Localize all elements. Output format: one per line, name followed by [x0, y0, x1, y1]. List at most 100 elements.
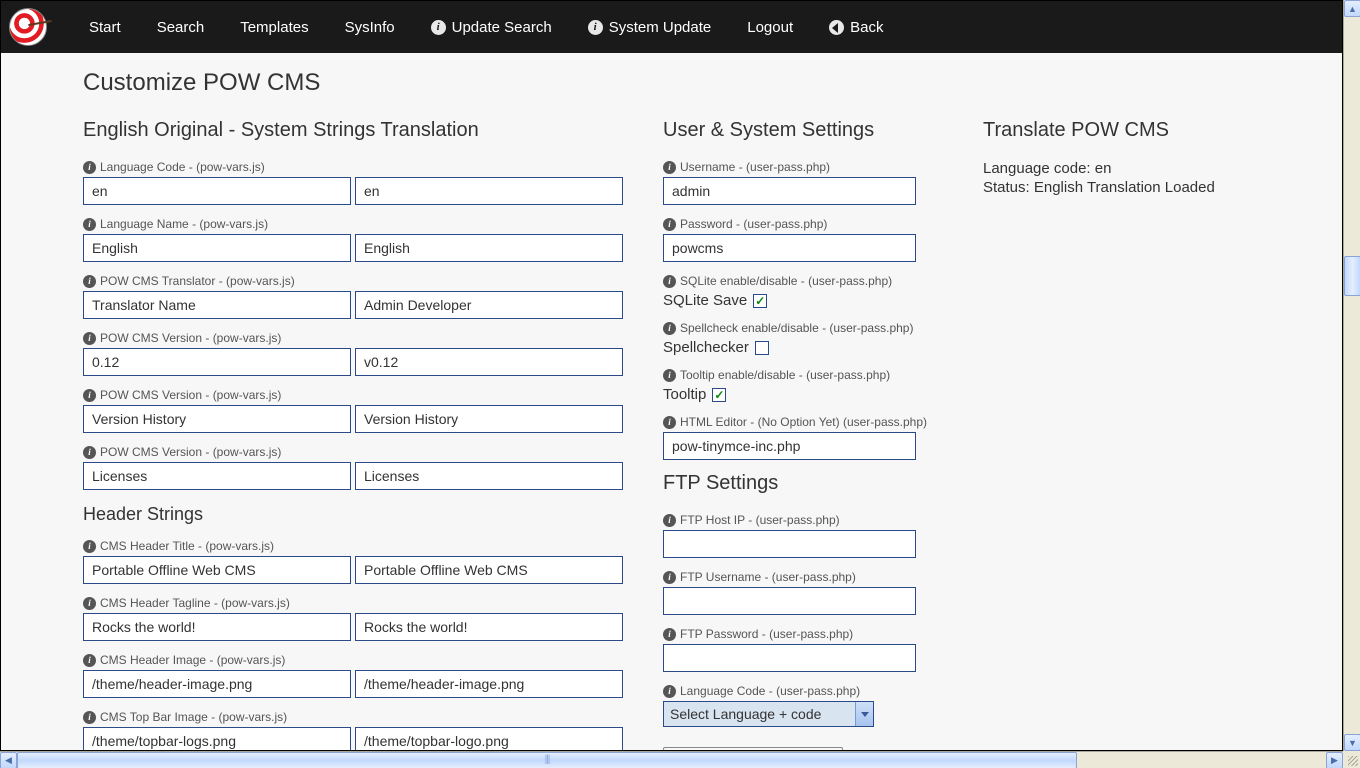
sqlite-checkbox[interactable]: [753, 294, 767, 308]
nav-sysinfo[interactable]: SysInfo: [327, 9, 413, 46]
nav-search[interactable]: Search: [139, 9, 223, 46]
licenses-original[interactable]: [83, 462, 351, 490]
header-image-original[interactable]: [83, 670, 351, 698]
spellchecker-checkbox[interactable]: [755, 341, 769, 355]
info-icon: i: [588, 20, 603, 35]
version-history-original[interactable]: [83, 405, 351, 433]
nav-start[interactable]: Start: [71, 9, 139, 46]
page-title: Customize POW CMS: [83, 69, 1342, 97]
chevron-down-icon: [855, 702, 873, 726]
licenses-trans[interactable]: [355, 462, 623, 490]
field-label: FTP Host IP - (user-pass.php): [680, 513, 840, 527]
info-icon: i: [663, 416, 676, 429]
info-icon: i: [83, 161, 96, 174]
info-icon: i: [83, 389, 96, 402]
nav-templates[interactable]: Templates: [222, 9, 326, 46]
header-title-trans[interactable]: [355, 556, 623, 584]
password-input[interactable]: [663, 234, 916, 262]
language-select-value: Select Language + code: [664, 702, 855, 726]
translation-heading: English Original - System Strings Transl…: [83, 119, 623, 142]
scroll-up-button[interactable]: ▲: [1344, 0, 1360, 17]
field-label: Username - (user-pass.php): [680, 160, 830, 174]
field-label: FTP Username - (user-pass.php): [680, 570, 856, 584]
header-image-trans[interactable]: [355, 670, 623, 698]
info-icon: i: [663, 628, 676, 641]
info-icon: i: [663, 514, 676, 527]
logo-icon: [9, 8, 47, 46]
ftp-password-input[interactable]: [663, 644, 916, 672]
field-label: POW CMS Version - (pow-vars.js): [100, 388, 281, 402]
translator-trans[interactable]: [355, 291, 623, 319]
header-tagline-trans[interactable]: [355, 613, 623, 641]
header-strings-heading: Header Strings: [83, 504, 623, 525]
ftp-username-input[interactable]: [663, 587, 916, 615]
translation-status: Status: English Translation Loaded: [983, 179, 1263, 196]
info-icon: i: [83, 446, 96, 459]
resize-grip-icon: [1343, 751, 1360, 768]
topbar-image-trans[interactable]: [355, 727, 623, 751]
horizontal-scrollbar[interactable]: ◀ ▶: [0, 751, 1343, 768]
info-icon: i: [663, 161, 676, 174]
field-label: SQLite enable/disable - (user-pass.php): [680, 274, 892, 288]
info-icon: i: [663, 275, 676, 288]
ftp-host-input[interactable]: [663, 530, 916, 558]
info-icon: i: [83, 332, 96, 345]
ftp-heading: FTP Settings: [663, 472, 943, 495]
top-nav: Start Search Templates SysInfo iUpdate S…: [1, 1, 1342, 53]
vertical-scroll-thumb[interactable]: [1344, 256, 1360, 296]
language-code-status: Language code: en: [983, 160, 1263, 177]
field-label: Language Code - (pow-vars.js): [100, 160, 265, 174]
translate-heading: Translate POW CMS: [983, 119, 1263, 142]
tooltip-checkbox[interactable]: [712, 388, 726, 402]
field-label: FTP Password - (user-pass.php): [680, 627, 853, 641]
horizontal-scroll-thumb[interactable]: [17, 752, 1077, 768]
info-icon: i: [83, 654, 96, 667]
back-icon: [829, 20, 844, 35]
field-label: CMS Top Bar Image - (pow-vars.js): [100, 710, 287, 724]
tooltip-label: Tooltip: [663, 386, 706, 403]
scroll-left-button[interactable]: ◀: [0, 752, 17, 768]
info-icon: i: [83, 540, 96, 553]
spellchecker-label: Spellchecker: [663, 339, 749, 356]
topbar-image-original[interactable]: [83, 727, 351, 751]
info-icon: i: [83, 711, 96, 724]
vertical-scrollbar[interactable]: ▲ ▼: [1343, 0, 1360, 751]
info-icon: i: [663, 218, 676, 231]
field-label: POW CMS Version - (pow-vars.js): [100, 445, 281, 459]
scroll-right-button[interactable]: ▶: [1326, 752, 1343, 768]
header-tagline-original[interactable]: [83, 613, 351, 641]
lang-code-original[interactable]: [83, 177, 351, 205]
field-label: POW CMS Version - (pow-vars.js): [100, 331, 281, 345]
translator-original[interactable]: [83, 291, 351, 319]
nav-back[interactable]: Back: [811, 9, 901, 46]
html-editor-input[interactable]: [663, 432, 916, 460]
field-label: POW CMS Translator - (pow-vars.js): [100, 274, 295, 288]
info-icon: i: [83, 218, 96, 231]
version-trans[interactable]: [355, 348, 623, 376]
version-original[interactable]: [83, 348, 351, 376]
info-icon: i: [431, 20, 446, 35]
user-system-heading: User & System Settings: [663, 119, 943, 142]
language-select[interactable]: Select Language + code: [663, 701, 874, 727]
lang-name-original[interactable]: [83, 234, 351, 262]
scroll-down-button[interactable]: ▼: [1344, 734, 1360, 751]
nav-system-update[interactable]: iSystem Update: [570, 9, 730, 46]
info-icon: i: [663, 571, 676, 584]
field-label: Spellcheck enable/disable - (user-pass.p…: [680, 321, 913, 335]
info-icon: i: [83, 275, 96, 288]
field-label: Password - (user-pass.php): [680, 217, 827, 231]
info-icon: i: [663, 322, 676, 335]
version-history-trans[interactable]: [355, 405, 623, 433]
field-label: Tooltip enable/disable - (user-pass.php): [680, 368, 890, 382]
field-label: CMS Header Tagline - (pow-vars.js): [100, 596, 290, 610]
lang-code-trans[interactable]: [355, 177, 623, 205]
sqlite-save-label: SQLite Save: [663, 292, 747, 309]
header-title-original[interactable]: [83, 556, 351, 584]
username-input[interactable]: [663, 177, 916, 205]
field-label: CMS Header Title - (pow-vars.js): [100, 539, 274, 553]
nav-logout[interactable]: Logout: [729, 9, 811, 46]
nav-update-search[interactable]: iUpdate Search: [413, 9, 570, 46]
viewport: Start Search Templates SysInfo iUpdate S…: [0, 0, 1343, 751]
lang-name-trans[interactable]: [355, 234, 623, 262]
field-label: Language Code - (user-pass.php): [680, 684, 860, 698]
